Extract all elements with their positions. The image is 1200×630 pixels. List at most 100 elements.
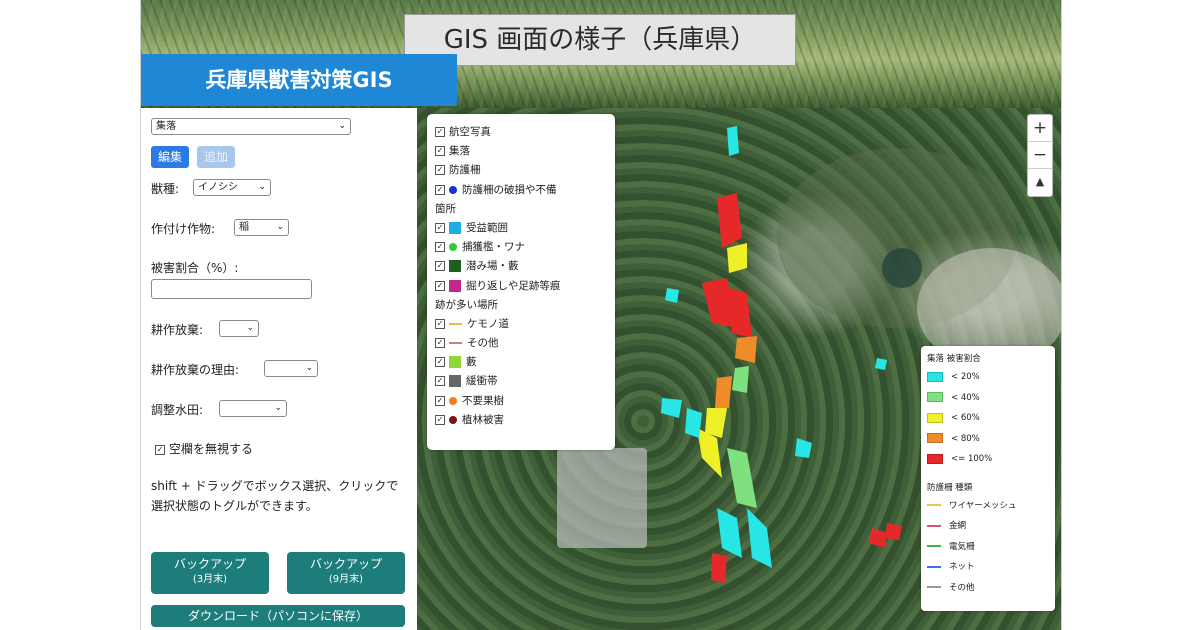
layer-row[interactable]: ✓ 捕獲檻・ワナ <box>435 238 607 257</box>
layer-row[interactable]: ✓ その他 <box>435 334 607 353</box>
legend-swatch <box>927 586 941 588</box>
backup-september-button[interactable]: バックアップ (9月末) <box>287 552 405 594</box>
legend-swatch <box>927 524 941 527</box>
legend-label: その他 <box>949 582 975 593</box>
layer-row[interactable]: ✓ 防護柵の破損や不備 <box>435 181 607 200</box>
layer-checkbox[interactable]: ✓ <box>435 357 445 368</box>
chevron-down-icon: ⌄ <box>305 363 313 373</box>
parcel[interactable] <box>661 398 682 418</box>
download-button[interactable]: ダウンロード（パソコンに保存） <box>151 605 405 627</box>
layer-row[interactable]: ✓ ケモノ道 <box>435 315 607 334</box>
layer-checkbox[interactable]: ✓ <box>435 395 445 406</box>
layer-checkbox[interactable]: ✓ <box>435 261 445 272</box>
legend-label: 電気柵 <box>949 541 975 552</box>
layer-checkbox[interactable]: ✓ <box>435 318 445 329</box>
parcel[interactable] <box>715 376 732 408</box>
zoom-in-button[interactable]: + <box>1028 115 1052 142</box>
layer-symbol-icon <box>449 185 457 194</box>
parcel[interactable] <box>727 126 739 156</box>
layer-checkbox[interactable]: ✓ <box>435 146 445 157</box>
edit-button[interactable]: 編集 <box>151 146 189 168</box>
layer-checkbox[interactable]: ✓ <box>435 127 445 137</box>
abandon-reason-select[interactable]: ⌄ <box>264 360 318 377</box>
layer-checkbox[interactable]: ✓ <box>435 222 445 233</box>
layer-row[interactable]: ✓ 植林被害 <box>435 411 607 430</box>
layer-row[interactable]: ✓ 不要果樹 <box>435 392 607 411</box>
add-button[interactable]: 追加 <box>197 146 235 168</box>
parcel[interactable] <box>729 288 752 338</box>
parcel[interactable] <box>717 193 742 248</box>
layer-row[interactable]: ✓ 潜み場・藪 <box>435 257 607 276</box>
layer-row[interactable]: ✓ 防護柵 <box>435 161 607 180</box>
layer-row[interactable]: ✓ 航空写真 <box>435 123 607 142</box>
crop-select-value: 稲 <box>239 222 249 233</box>
parcel[interactable] <box>711 553 727 583</box>
help-text: shift + ドラッグでボックス選択、クリックで選択状態のトグルができます。 <box>151 479 399 513</box>
parcel[interactable] <box>747 508 772 568</box>
ignore-empty-option[interactable]: ✓ 空欄を無視する <box>155 440 253 457</box>
layer-symbol-icon <box>449 356 461 369</box>
damage-input[interactable] <box>151 279 312 299</box>
fence-legend-item: 金網 <box>927 516 1049 537</box>
layer-checkbox[interactable]: ✓ <box>435 414 445 425</box>
parcel[interactable] <box>875 358 887 370</box>
layer-row[interactable]: ✓ 掘り返しや足跡等痕 <box>435 277 607 296</box>
layer-label: 藪 <box>466 356 477 369</box>
backup-march-button[interactable]: バックアップ (3月末) <box>151 552 269 594</box>
layer-select[interactable]: 集落 ⌄ <box>151 118 351 135</box>
layer-symbol-icon <box>449 322 462 325</box>
settlement-parcels <box>661 126 902 583</box>
parcel[interactable] <box>685 408 702 438</box>
layer-checkbox[interactable]: ✓ <box>435 242 445 253</box>
layer-symbol-icon <box>449 279 461 292</box>
fence-legend-item: ワイヤーメッシュ <box>927 496 1049 517</box>
parcel[interactable] <box>717 508 742 558</box>
crop-select[interactable]: 稲 ⌄ <box>234 219 289 236</box>
layer-label: 捕獲檻・ワナ <box>462 241 525 254</box>
paddy-select[interactable]: ⌄ <box>219 400 287 417</box>
abandon-select[interactable]: ⌄ <box>219 320 259 337</box>
layer-row[interactable]: ✓ 藪 <box>435 353 607 372</box>
aerial-map[interactable]: + − ▲ ✓ 航空写真 ✓ 集落 ✓ 防護柵 ✓ 防護柵の破損や不備 箇所 ✓ 受益範囲 ✓ 捕獲檻・… <box>417 108 1061 630</box>
zoom-out-button[interactable]: − <box>1028 142 1052 169</box>
chevron-down-icon: ⌄ <box>246 323 254 333</box>
parcel[interactable] <box>705 408 727 438</box>
ignore-empty-checkbox[interactable]: ✓ <box>155 444 165 455</box>
layer-checkbox[interactable]: ✓ <box>435 165 445 176</box>
layer-label: ケモノ道 <box>467 317 509 330</box>
parcel[interactable] <box>869 528 887 548</box>
damage-legend-item: < 40% <box>927 388 1049 409</box>
backup-september-date: (9月末) <box>328 574 364 585</box>
layer-label: 潜み場・藪 <box>466 260 519 273</box>
legend-label: <= 100% <box>951 454 993 464</box>
animal-select[interactable]: イノシシ ⌄ <box>193 179 271 196</box>
layer-row[interactable]: ✓ 集落 <box>435 142 607 161</box>
abandon-label: 耕作放棄: <box>151 323 204 337</box>
layer-panel: ✓ 航空写真 ✓ 集落 ✓ 防護柵 ✓ 防護柵の破損や不備 箇所 ✓ 受益範囲 ✓ 捕獲檻・ワナ ✓ 潜み場… <box>427 114 615 450</box>
parcel[interactable] <box>885 523 902 540</box>
layer-checkbox[interactable]: ✓ <box>435 184 445 195</box>
layer-row[interactable]: ✓ 緩衝帯 <box>435 372 607 391</box>
chevron-down-icon: ⌄ <box>258 182 266 192</box>
layer-label: 箇所 <box>435 202 456 215</box>
fence-legend-item: 電気柵 <box>927 537 1049 558</box>
parcel[interactable] <box>665 288 679 303</box>
animal-select-value: イノシシ <box>198 182 238 193</box>
parcel[interactable] <box>795 438 812 458</box>
parcel[interactable] <box>727 448 757 508</box>
legend-swatch <box>927 565 941 568</box>
layer-checkbox[interactable]: ✓ <box>435 338 445 349</box>
layer-checkbox[interactable]: ✓ <box>435 280 445 291</box>
damage-legend-item: < 60% <box>927 408 1049 429</box>
parcel[interactable] <box>732 366 749 393</box>
layer-row[interactable]: ✓ 受益範囲 <box>435 219 607 238</box>
abandon-reason-label: 耕作放棄の理由: <box>151 363 240 377</box>
north-arrow-icon[interactable]: ▲ <box>1028 169 1052 196</box>
parcel[interactable] <box>727 243 747 273</box>
fence-legend-title: 防護柵 種類 <box>927 482 973 493</box>
legend-label: < 20% <box>951 372 980 382</box>
layer-select-value: 集落 <box>156 121 176 132</box>
parcel[interactable] <box>735 336 757 363</box>
layer-symbol-icon <box>449 396 457 405</box>
layer-checkbox[interactable]: ✓ <box>435 376 445 387</box>
